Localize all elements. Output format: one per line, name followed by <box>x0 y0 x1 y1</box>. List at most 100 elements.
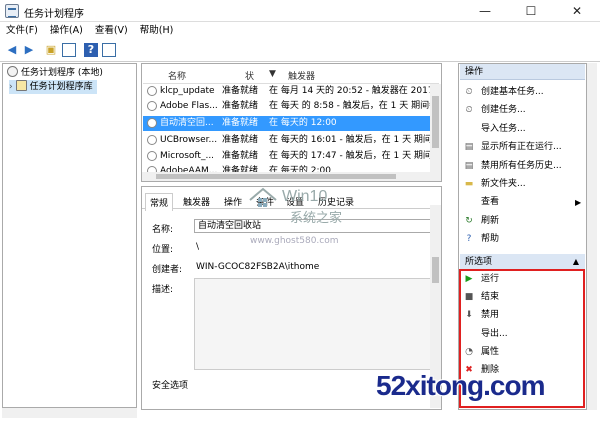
actions-scrollbar[interactable] <box>587 63 597 410</box>
create-basic-task-icon: ⏲ <box>465 87 473 97</box>
menu-file[interactable]: 文件(F) <box>0 22 44 40</box>
action-item[interactable]: ▬ 新文件夹... <box>463 176 526 193</box>
action-label: 刷新 <box>481 215 500 226</box>
task-status: 准备就绪 <box>222 86 259 96</box>
task-scheduler-app-icon <box>5 4 19 18</box>
up-folder-icon[interactable]: ▣ <box>44 43 58 57</box>
menu-action[interactable]: 操作(A) <box>44 22 89 40</box>
watermark-brand: Win10 <box>282 188 328 205</box>
location-value: \ <box>196 242 200 252</box>
task-row[interactable]: 自动清空回... 准备就绪在 每天的 12:00 <box>143 116 439 131</box>
maximize-button[interactable]: ☐ <box>508 0 554 22</box>
action-label: 帮助 <box>481 234 500 245</box>
task-row[interactable]: Adobe Flas... 准备就绪在 每天 的 8:58 - 触发后，在 1 天… <box>143 99 439 114</box>
description-field[interactable] <box>194 278 434 370</box>
menu-help[interactable]: 帮助(H) <box>134 22 180 40</box>
task-name: UCBrowser... <box>160 135 218 145</box>
tree-horizontal-scrollbar[interactable] <box>2 408 137 418</box>
task-name: Adobe Flas... <box>160 101 218 111</box>
scrollbar-thumb[interactable] <box>156 174 396 179</box>
tree-root-label: 任务计划程序 (本地) <box>21 68 103 78</box>
actions-header-label: 操作 <box>465 67 484 77</box>
task-clock-icon <box>147 86 157 96</box>
task-name: 自动清空回... <box>160 118 214 128</box>
action-label: 查看 <box>481 197 500 208</box>
task-trigger: 在 每天 的 8:58 - 触发后，在 1 天 期间每 <box>269 101 439 111</box>
selected-item-header[interactable]: 所选项 ▲ <box>460 254 585 270</box>
action-item[interactable]: ⏲ 创建基本任务... <box>463 84 544 101</box>
back-arrow-icon[interactable]: ◀ <box>5 43 19 57</box>
task-status: 准备就绪 <box>222 118 259 128</box>
name-label: 名称: <box>152 225 174 235</box>
location-label: 位置: <box>152 245 174 255</box>
forward-arrow-icon[interactable]: ▶ <box>22 43 36 57</box>
author-value: WIN-GCOC82FSB2A\ithome <box>196 262 320 272</box>
minimize-button[interactable]: — <box>462 0 508 22</box>
task-row[interactable]: Microsoft_... 准备就绪在 每天的 17:47 - 触发后，在 1 天… <box>143 149 439 164</box>
show-hide-tree-icon[interactable] <box>62 43 76 57</box>
task-clock-icon <box>147 151 157 161</box>
security-options-label: 安全选项 <box>152 381 189 391</box>
window-title: 任务计划程序 <box>24 9 84 20</box>
history-icon: ▤ <box>464 160 474 171</box>
action-item[interactable]: ↻ 刷新 <box>463 213 499 230</box>
menu-view[interactable]: 查看(V) <box>89 22 134 40</box>
close-button[interactable]: ✕ <box>554 0 600 22</box>
task-clock-icon <box>147 135 157 145</box>
toolbar: ◀ ▶ ▣ ? <box>0 40 600 62</box>
running-tasks-icon: ▤ <box>464 142 474 153</box>
tree-root-item[interactable]: 任务计划程序 (本地) <box>7 66 103 80</box>
tab-general[interactable]: 常规 <box>145 193 174 211</box>
refresh-icon: ↻ <box>465 215 473 226</box>
task-status: 准备就绪 <box>222 135 259 145</box>
scrollbar-thumb[interactable] <box>432 96 439 148</box>
sort-arrow-icon: ▼ <box>269 69 276 79</box>
site-watermark: 52xitong.com <box>376 370 545 401</box>
action-label: 创建基本任务... <box>481 87 544 97</box>
action-item[interactable]: ▤ 显示所有正在运行... <box>463 139 562 156</box>
collapse-arrow-icon[interactable]: ▲ <box>573 254 579 270</box>
action-item[interactable]: 查看 ▶ <box>463 194 581 211</box>
submenu-arrow-icon: ▶ <box>575 198 582 208</box>
task-list-horizontal-scrollbar[interactable] <box>142 172 430 181</box>
watermark-url: www.ghost580.com <box>250 236 339 246</box>
action-item[interactable]: 导入任务... <box>463 121 526 138</box>
task-trigger: 在 每月 14 天的 20:52 - 触发器在 2017/1/29 <box>269 86 439 96</box>
task-name: Microsoft_... <box>160 151 215 161</box>
selected-item-header-label: 所选项 <box>465 257 493 267</box>
folder-icon <box>15 80 27 91</box>
tree-library-item[interactable]: › 任务计划程序库 <box>9 80 97 94</box>
action-label: 新文件夹... <box>481 179 526 189</box>
help-icon: ? <box>466 234 472 245</box>
task-name: klcp_update <box>160 86 215 96</box>
tab-actions[interactable]: 操作 <box>220 193 246 210</box>
column-triggers[interactable]: 触发器 <box>288 69 315 82</box>
task-row[interactable]: UCBrowser... 准备就绪在 每天的 16:01 - 触发后，在 1 天 … <box>143 133 439 148</box>
action-item[interactable]: ? 帮助 <box>463 231 499 248</box>
column-status[interactable]: 状 <box>245 69 254 82</box>
author-label: 创建者: <box>152 265 183 275</box>
tab-triggers[interactable]: 触发器 <box>179 193 214 210</box>
actions-header: 操作 <box>460 64 585 80</box>
task-trigger: 在 每天的 12:00 <box>269 118 337 128</box>
scheduler-icon <box>7 66 18 77</box>
new-folder-icon: ▬ <box>464 179 474 189</box>
description-label: 描述: <box>152 285 174 295</box>
scrollbar-thumb[interactable] <box>432 257 439 283</box>
action-item[interactable]: ⏲ 创建任务... <box>463 102 526 119</box>
task-clock-icon <box>147 101 157 111</box>
task-list-scrollbar[interactable] <box>430 84 441 181</box>
task-list-header: 名称 状 ▼ 触发器 <box>143 66 439 84</box>
task-row[interactable]: klcp_update 准备就绪在 每月 14 天的 20:52 - 触发器在 2… <box>143 84 439 99</box>
task-status: 准备就绪 <box>222 101 259 111</box>
expand-chevron-icon[interactable]: › <box>9 82 13 92</box>
column-name[interactable]: 名称 <box>168 69 186 82</box>
create-task-icon: ⏲ <box>465 105 473 116</box>
action-label: 导入任务... <box>481 123 526 134</box>
action-label: 禁用所有任务历史... <box>481 160 562 171</box>
action-label: 创建任务... <box>481 105 526 116</box>
action-item[interactable]: ▤ 禁用所有任务历史... <box>463 158 562 175</box>
help-icon[interactable]: ? <box>84 43 98 57</box>
task-trigger: 在 每天的 17:47 - 触发后，在 1 天 期间每 <box>269 151 439 161</box>
show-hide-action-pane-icon[interactable] <box>102 43 116 57</box>
